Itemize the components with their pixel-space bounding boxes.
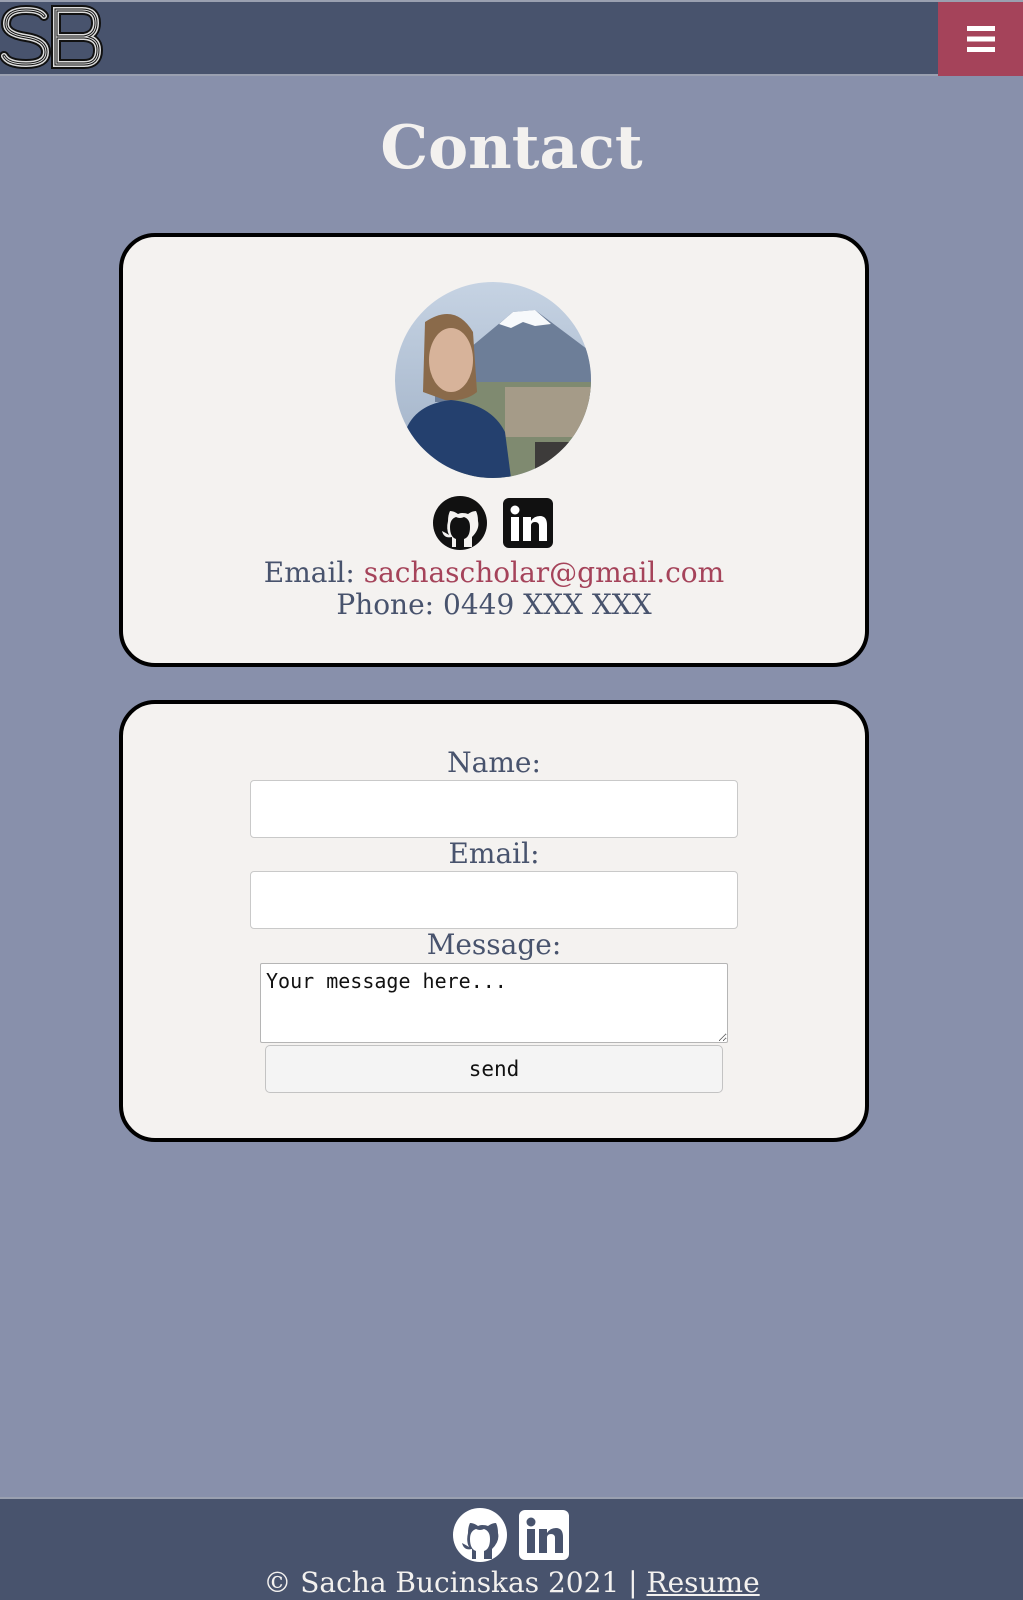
phone-line: Phone: 0449 XXX XXX: [123, 587, 865, 623]
profile-photo: [395, 282, 591, 478]
page-title: Contact: [380, 113, 643, 183]
name-field[interactable]: [250, 780, 738, 838]
message-field[interactable]: Your message here...: [260, 963, 728, 1043]
email-label: Email:: [263, 556, 364, 589]
email-field[interactable]: [250, 871, 738, 929]
resume-link[interactable]: Resume: [646, 1566, 759, 1599]
sb-logo-icon: [0, 4, 104, 70]
phone-label: Phone:: [336, 588, 443, 621]
email-line: Email: sachascholar@gmail.com: [123, 555, 865, 591]
contact-info-card: Email: sachascholar@gmail.com Phone: 044…: [119, 233, 869, 667]
profile-social-links: [123, 495, 865, 551]
phone-value: 0449 XXX XXX: [443, 588, 652, 621]
copyright-text: © Sacha Bucinskas 2021 |: [263, 1566, 647, 1599]
github-icon[interactable]: [452, 1507, 508, 1563]
linkedin-icon[interactable]: [500, 495, 556, 551]
footer: © Sacha Bucinskas 2021 | Resume: [0, 1497, 1023, 1600]
hamburger-menu-icon: [966, 26, 995, 52]
name-label: Name:: [447, 746, 541, 779]
site-logo[interactable]: [0, 2, 104, 72]
linkedin-icon[interactable]: [516, 1507, 572, 1563]
email-field-label: Email:: [448, 837, 540, 870]
message-label: Message:: [426, 928, 562, 961]
github-icon[interactable]: [432, 495, 488, 551]
email-link[interactable]: sachascholar@gmail.com: [364, 556, 725, 589]
menu-button[interactable]: [938, 2, 1023, 76]
footer-copyright: © Sacha Bucinskas 2021 | Resume: [0, 1565, 1023, 1600]
send-button[interactable]: send: [265, 1045, 723, 1093]
navbar: [0, 0, 1023, 76]
avatar: [395, 282, 591, 478]
contact-form-card: Name: Email: Message: Your message here.…: [119, 700, 869, 1142]
footer-social-links: [0, 1507, 1023, 1563]
